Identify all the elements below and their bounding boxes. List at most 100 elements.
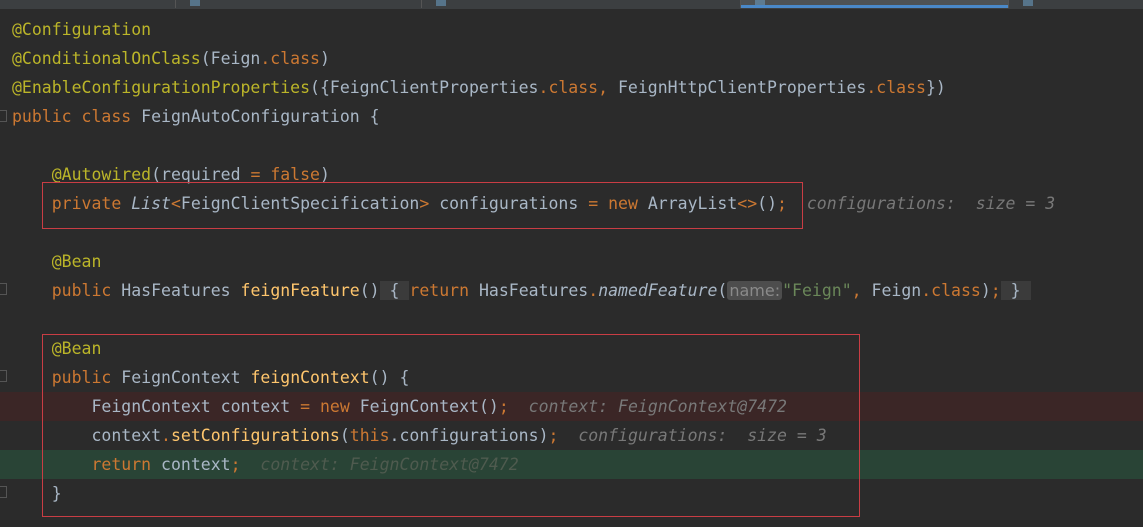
method-call: namedFeature [598, 281, 718, 300]
annotation: @Bean [51, 252, 102, 271]
type-name: HasFeatures [478, 281, 589, 300]
editor-tab-2[interactable] [176, 0, 422, 8]
code-line-7[interactable]: private List<FeignClientSpecification> c… [0, 189, 1143, 218]
code-line-9[interactable]: @Bean [0, 247, 1143, 276]
code-token: } [1010, 281, 1021, 300]
code-token: ( [339, 426, 350, 445]
active-tab-indicator [741, 5, 1008, 8]
keyword: class [270, 49, 320, 68]
code-token: }) [925, 78, 946, 97]
type-name: HasFeatures [121, 281, 231, 300]
type-name: FeignContext [359, 397, 479, 416]
annotation: @Autowired [51, 165, 152, 184]
keyword: new [320, 397, 350, 416]
code-token: () [757, 194, 778, 213]
editor-tab-bar [0, 0, 1143, 10]
code-token: . [588, 281, 599, 300]
java-class-icon [436, 0, 446, 6]
class-name: FeignAutoConfiguration [141, 107, 360, 126]
code-token: . [538, 78, 549, 97]
type-name: FeignContext [121, 368, 241, 387]
keyword: class [81, 107, 132, 126]
code-token: . [866, 78, 877, 97]
code-token: , [851, 281, 872, 300]
editor-tab-1[interactable] [0, 0, 176, 8]
code-line-15[interactable]: context.setConfigurations(this.configura… [0, 421, 1143, 450]
code-token: > [419, 194, 430, 213]
type-name: FeignContext [91, 397, 211, 416]
debug-value-hint: context: FeignContext@7472 [528, 397, 787, 416]
keyword: public [12, 107, 72, 126]
annotation: @Configuration [12, 20, 152, 39]
code-line-16-execution-point[interactable]: return context; context: FeignContext@74… [0, 450, 1143, 479]
code-token: () { [369, 368, 410, 387]
annotation: @Bean [51, 339, 102, 358]
code-token: () [478, 397, 499, 416]
method-call: setConfigurations [170, 426, 340, 445]
code-token: . [921, 281, 932, 300]
editor-tab-4-active[interactable] [741, 0, 1009, 8]
code-line-14-breakpoint[interactable]: FeignContext context = new FeignContext(… [0, 392, 1143, 421]
type-name: List [131, 194, 171, 213]
code-token: . [161, 426, 171, 445]
code-line-2[interactable]: @ConditionalOnClass(Feign.class) [0, 44, 1143, 73]
debug-value-hint: context: FeignContext@7472 [260, 455, 519, 474]
code-token: . [260, 49, 271, 68]
code-token: (required [151, 165, 251, 184]
method-name: feignContext [250, 368, 370, 387]
code-token: ; [548, 426, 559, 445]
code-token: } [51, 484, 62, 503]
code-token: ) [538, 426, 549, 445]
annotation: @EnableConfigurationProperties [12, 78, 311, 97]
java-class-icon [1023, 0, 1033, 6]
code-token: = [588, 194, 599, 213]
code-token: ; [230, 455, 241, 474]
code-line-4[interactable]: public class FeignAutoConfiguration { [0, 102, 1143, 131]
code-line-1[interactable]: @Configuration [0, 15, 1143, 44]
folded-region[interactable]: { [379, 281, 410, 300]
type-name: ArrayList [647, 194, 738, 213]
field-name: configurations [439, 194, 579, 213]
code-token: ({FeignClientProperties [310, 78, 539, 97]
method-name: feignFeature [240, 281, 360, 300]
debug-value-hint: configurations: size = 3 [578, 426, 827, 445]
type-name: FeignClientSpecification [180, 194, 420, 213]
code-token: = [250, 165, 261, 184]
keyword: return [409, 281, 470, 300]
java-class-icon [190, 0, 200, 6]
code-token: ) [980, 281, 991, 300]
code-line-3[interactable]: @EnableConfigurationProperties({FeignCli… [0, 73, 1143, 102]
code-token: ; [777, 194, 787, 213]
keyword: public [51, 368, 112, 387]
code-token: ( [717, 281, 728, 300]
code-token: ) [319, 49, 330, 68]
code-line-10[interactable]: public HasFeatures feignFeature () { retu… [0, 276, 1143, 305]
code-line-12[interactable]: @Bean [0, 334, 1143, 363]
keyword: return [91, 455, 152, 474]
code-token: <> [737, 194, 758, 213]
keyword: this [349, 426, 390, 445]
field-name: .configurations [389, 426, 539, 445]
variable-name: context [220, 397, 291, 416]
debug-value-hint: configurations: size = 3 [806, 194, 1056, 213]
code-token: { [369, 107, 380, 126]
code-token: ) [319, 165, 330, 184]
keyword: class [876, 78, 926, 97]
code-token: ; [498, 397, 509, 416]
editor-tab-3[interactable] [422, 0, 741, 8]
code-line-17[interactable]: } [0, 479, 1143, 508]
code-token: FeignHttpClientProperties [617, 78, 867, 97]
code-token: { [389, 281, 400, 300]
code-token: (Feign [200, 49, 261, 68]
parameter-name-hint: name: [727, 281, 783, 300]
code-line-6[interactable]: @Autowired(required = false) [0, 160, 1143, 189]
code-editor[interactable]: @Configuration @ConditionalOnClass(Feign… [0, 0, 1143, 527]
annotation: @ConditionalOnClass [12, 49, 201, 68]
type-name: Feign [871, 281, 922, 300]
variable-name: context [91, 426, 162, 445]
keyword: private [51, 194, 122, 213]
code-line-13[interactable]: public FeignContext feignContext() { [0, 363, 1143, 392]
folded-region[interactable]: } [1000, 281, 1031, 300]
keyword: public [51, 281, 112, 300]
editor-tab-5[interactable] [1009, 0, 1143, 8]
